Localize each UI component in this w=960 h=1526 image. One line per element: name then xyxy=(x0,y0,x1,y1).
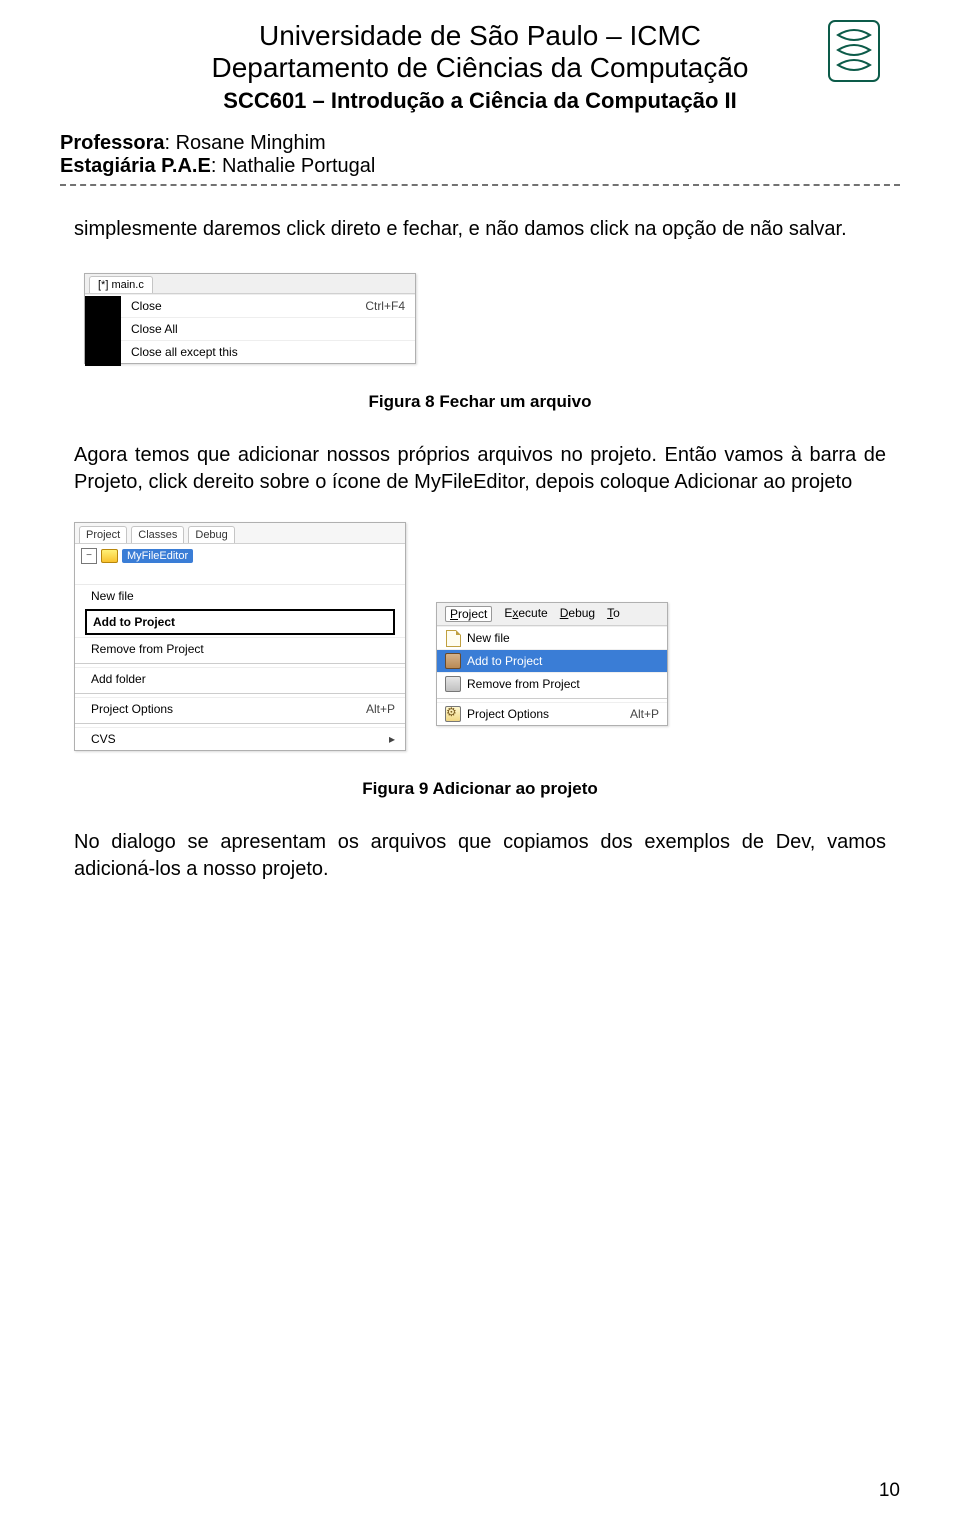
menu-label: Remove from Project xyxy=(91,642,395,656)
professor-label: Professora xyxy=(60,132,165,154)
new-file-icon xyxy=(445,630,461,646)
paragraph-1: simplesmente daremos click direto e fech… xyxy=(60,216,900,243)
staff-info: Professora: Rosane Minghim Estagiária P.… xyxy=(60,132,900,178)
estagiaria-name: : Nathalie Portugal xyxy=(211,155,376,177)
submenu-arrow-icon: ▸ xyxy=(389,732,395,746)
fig9b-item-new-file[interactable]: New file xyxy=(437,626,667,649)
menu-label: Project Options xyxy=(91,702,366,716)
menu-accelerator: Alt+P xyxy=(630,707,659,721)
fig9a-tab-debug[interactable]: Debug xyxy=(188,526,234,543)
menu-label: Project Options xyxy=(467,707,624,721)
fig9a-menu-cvs[interactable]: CVS ▸ xyxy=(75,727,405,750)
fig9b-item-remove-from-project[interactable]: Remove from Project xyxy=(437,672,667,695)
tree-node-myfileeditor[interactable]: − MyFileEditor xyxy=(81,548,405,564)
figure-8-caption: Figura 8 Fechar um arquivo xyxy=(60,392,900,412)
figure-9: Project Classes Debug − MyFileEditor New… xyxy=(60,522,900,751)
fig9b-item-project-options[interactable]: Project Options Alt+P xyxy=(437,702,667,725)
menu-label: New file xyxy=(467,631,659,645)
fig9a-menu-new-file[interactable]: New file xyxy=(75,585,405,607)
add-to-project-icon xyxy=(445,653,461,669)
estagiaria-label: Estagiária P.A.E xyxy=(60,155,211,177)
menu-divider xyxy=(437,698,667,699)
fig9a-tab-classes[interactable]: Classes xyxy=(131,526,184,543)
institution-logo-icon xyxy=(828,20,880,82)
menubar-debug[interactable]: Debug xyxy=(560,606,595,622)
menu-label: CVS xyxy=(91,732,389,746)
fig8-menu-close-except[interactable]: Close all except this xyxy=(85,340,415,363)
menu-accelerator: Alt+P xyxy=(366,702,395,716)
figure-9-caption: Figura 9 Adicionar ao projeto xyxy=(60,779,900,799)
menu-label: Close xyxy=(131,299,365,313)
fig8-menu-close[interactable]: Close Ctrl+F4 xyxy=(85,294,415,317)
department-name: Departamento de Ciências da Computação xyxy=(60,52,900,84)
tree-node-label: MyFileEditor xyxy=(122,549,193,563)
menu-label: Close all except this xyxy=(131,345,405,359)
fig9a-tab-project[interactable]: Project xyxy=(79,526,127,543)
menu-divider xyxy=(75,693,405,694)
project-options-icon xyxy=(445,706,461,722)
remove-from-project-icon xyxy=(445,676,461,692)
fig9a-menu-remove-from-project[interactable]: Remove from Project xyxy=(75,637,405,660)
menu-accelerator: Ctrl+F4 xyxy=(365,299,405,313)
fig8-editor-tab[interactable]: [*] main.c xyxy=(89,276,153,293)
fig8-menu-close-all[interactable]: Close All xyxy=(85,317,415,340)
professor-name: : Rosane Minghim xyxy=(165,132,326,154)
paragraph-3: No dialogo se apresentam os arquivos que… xyxy=(60,829,900,883)
project-folder-icon xyxy=(101,549,118,563)
fig8-editor-area xyxy=(85,296,121,366)
fig9a-menu-add-folder[interactable]: Add folder xyxy=(75,667,405,690)
menubar-execute[interactable]: Execute xyxy=(504,606,547,622)
menu-label: New file xyxy=(91,589,395,603)
page-number: 10 xyxy=(879,1480,900,1502)
fig9a-project-panel: Project Classes Debug − MyFileEditor New… xyxy=(74,522,406,751)
fig9b-project-menu: Project Execute Debug To New file Add to… xyxy=(436,602,668,726)
menu-label: Add to Project xyxy=(93,615,383,629)
fig9a-menu-project-options[interactable]: Project Options Alt+P xyxy=(75,697,405,720)
document-header: Universidade de São Paulo – ICMC Departa… xyxy=(60,20,900,114)
fig9b-item-add-to-project[interactable]: Add to Project xyxy=(437,649,667,672)
menu-divider xyxy=(75,663,405,664)
menu-label: Add to Project xyxy=(467,654,659,668)
menubar-project[interactable]: Project xyxy=(445,606,492,622)
fig9a-menu-add-to-project[interactable]: Add to Project xyxy=(85,609,395,635)
header-divider xyxy=(60,184,900,186)
figure-8: [*] main.c Close Ctrl+F4 Close All Close… xyxy=(60,273,900,364)
university-name: Universidade de São Paulo – ICMC xyxy=(60,20,900,52)
tree-expand-icon[interactable]: − xyxy=(81,548,97,564)
menu-label: Close All xyxy=(131,322,405,336)
menu-divider xyxy=(75,723,405,724)
menubar-tools[interactable]: To xyxy=(607,606,620,622)
course-title: SCC601 – Introdução a Ciência da Computa… xyxy=(60,88,900,114)
fig9b-menubar: Project Execute Debug To xyxy=(437,603,667,626)
menu-label: Remove from Project xyxy=(467,677,659,691)
fig8-context-menu: [*] main.c Close Ctrl+F4 Close All Close… xyxy=(84,273,416,364)
paragraph-2: Agora temos que adicionar nossos próprio… xyxy=(60,442,900,496)
fig9a-project-tree: − MyFileEditor xyxy=(75,544,405,585)
menu-label: Add folder xyxy=(91,672,395,686)
